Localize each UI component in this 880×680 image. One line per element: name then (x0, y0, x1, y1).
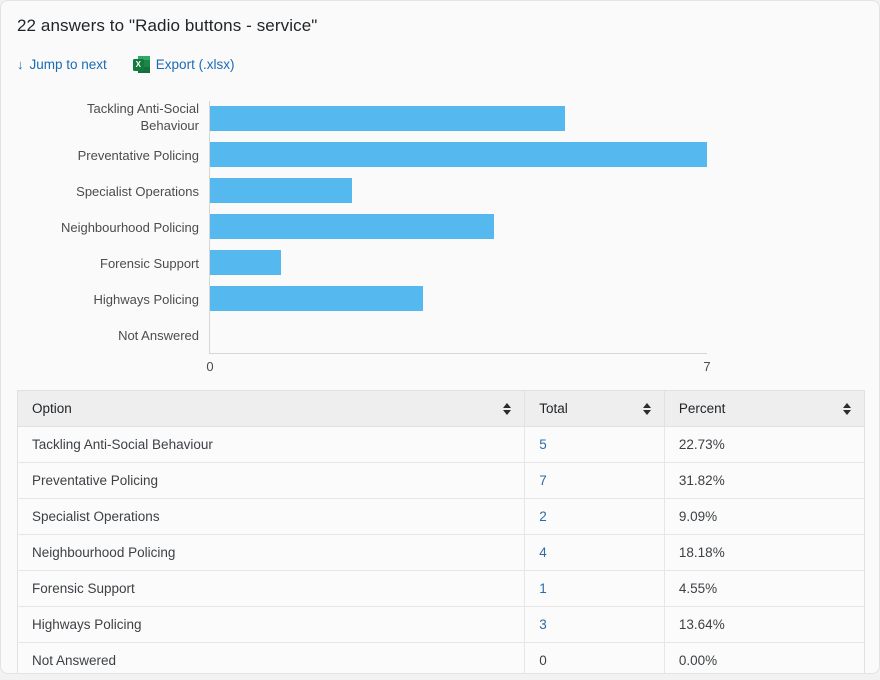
column-header-option[interactable]: Option (18, 391, 525, 427)
cell-total: 2 (525, 499, 665, 535)
chart-category-label: Highways Policing (0, 281, 199, 317)
cell-option: Highways Policing (18, 607, 525, 643)
total-link[interactable]: 7 (539, 473, 547, 488)
chart-category-row: Specialist Operations (1, 173, 880, 209)
action-links: ↓ Jump to next X Export (.xlsx) (17, 56, 235, 73)
chart-x-tick-label: 0 (206, 359, 213, 374)
chart-category-label: Forensic Support (0, 245, 199, 281)
table-row: Tackling Anti-Social Behaviour 5 22.73% (18, 427, 864, 463)
cell-option: Tackling Anti-Social Behaviour (18, 427, 525, 463)
cell-percent: 4.55% (664, 571, 864, 607)
cell-total: 0 (525, 643, 665, 675)
column-header-total-label: Total (539, 401, 568, 416)
chart-bar[interactable] (210, 250, 281, 275)
column-header-percent[interactable]: Percent (664, 391, 864, 427)
chart-category-label: Specialist Operations (0, 173, 199, 209)
cell-option: Specialist Operations (18, 499, 525, 535)
cell-option: Neighbourhood Policing (18, 535, 525, 571)
cell-percent: 18.18% (664, 535, 864, 571)
cell-total: 3 (525, 607, 665, 643)
results-bar-chart: Tackling Anti-Social BehaviourPreventati… (1, 96, 880, 386)
chart-category-label: Preventative Policing (0, 137, 199, 173)
cell-percent: 9.09% (664, 499, 864, 535)
chart-category-row: Highways Policing (1, 281, 880, 317)
sort-icon[interactable] (843, 402, 852, 416)
total-link[interactable]: 2 (539, 509, 547, 524)
chart-bar[interactable] (210, 178, 352, 203)
total-link[interactable]: 3 (539, 617, 547, 632)
table-row: Preventative Policing 7 31.82% (18, 463, 864, 499)
total-link[interactable]: 5 (539, 437, 547, 452)
sort-icon[interactable] (643, 402, 652, 416)
column-header-total[interactable]: Total (525, 391, 665, 427)
results-table: Option Total Percent Tackling Anti-Socia… (18, 391, 864, 674)
question-results-card: 22 answers to "Radio buttons - service" … (0, 0, 880, 674)
cell-total: 5 (525, 427, 665, 463)
excel-icon: X (133, 56, 150, 73)
export-xlsx-link[interactable]: X Export (.xlsx) (133, 56, 235, 73)
table-header-row: Option Total Percent (18, 391, 864, 427)
total-value: 0 (539, 653, 547, 668)
cell-total: 7 (525, 463, 665, 499)
cell-percent: 22.73% (664, 427, 864, 463)
chart-bar[interactable] (210, 106, 565, 131)
cell-percent: 13.64% (664, 607, 864, 643)
cell-percent: 0.00% (664, 643, 864, 675)
jump-to-next-link[interactable]: ↓ Jump to next (17, 58, 107, 72)
chart-category-row: Neighbourhood Policing (1, 209, 880, 245)
chart-x-axis-line (209, 353, 707, 354)
page-title: 22 answers to "Radio buttons - service" (17, 16, 317, 36)
chart-category-row: Tackling Anti-Social Behaviour (1, 101, 880, 137)
results-table-body: Tackling Anti-Social Behaviour522.73%Pre… (18, 427, 864, 675)
jump-to-next-label: Jump to next (30, 58, 107, 72)
chart-category-label: Not Answered (0, 317, 199, 353)
table-row: Neighbourhood Policing 4 18.18% (18, 535, 864, 571)
arrow-down-icon: ↓ (17, 58, 24, 71)
cell-option: Preventative Policing (18, 463, 525, 499)
chart-category-row: Not Answered (1, 317, 880, 353)
table-row: Not Answered 0 0.00% (18, 643, 864, 675)
table-row: Highways Policing 3 13.64% (18, 607, 864, 643)
export-xlsx-label: Export (.xlsx) (156, 58, 235, 72)
chart-category-label: Neighbourhood Policing (0, 209, 199, 245)
cell-option: Not Answered (18, 643, 525, 675)
total-link[interactable]: 1 (539, 581, 547, 596)
cell-option: Forensic Support (18, 571, 525, 607)
chart-bar[interactable] (210, 286, 423, 311)
cell-percent: 31.82% (664, 463, 864, 499)
total-link[interactable]: 4 (539, 545, 547, 560)
results-table-head: Option Total Percent (18, 391, 864, 427)
chart-x-tick-label: 7 (703, 359, 710, 374)
cell-total: 4 (525, 535, 665, 571)
results-table-wrapper: Option Total Percent Tackling Anti-Socia… (17, 390, 865, 674)
column-header-percent-label: Percent (679, 401, 726, 416)
sort-icon[interactable] (503, 402, 512, 416)
chart-category-row: Preventative Policing (1, 137, 880, 173)
chart-bar[interactable] (210, 214, 494, 239)
cell-total: 1 (525, 571, 665, 607)
column-header-option-label: Option (32, 401, 72, 416)
excel-icon-glyph: X (133, 59, 144, 71)
chart-bar[interactable] (210, 142, 707, 167)
chart-category-row: Forensic Support (1, 245, 880, 281)
chart-category-label: Tackling Anti-Social Behaviour (79, 99, 199, 135)
table-row: Forensic Support 1 4.55% (18, 571, 864, 607)
table-row: Specialist Operations 2 9.09% (18, 499, 864, 535)
